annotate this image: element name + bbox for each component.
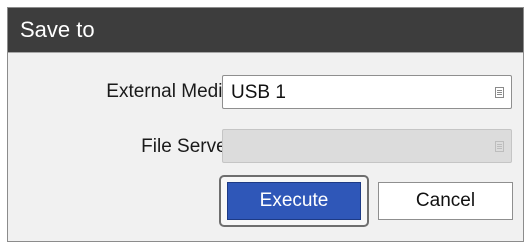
title-divider <box>8 52 523 53</box>
execute-button[interactable]: Execute <box>227 182 361 220</box>
external-media-select[interactable]: USB 1 <box>222 75 512 109</box>
cancel-button[interactable]: Cancel <box>378 182 513 220</box>
external-media-label: External Media <box>106 81 233 102</box>
file-server-label: File Server <box>141 136 233 157</box>
dialog-titlebar: Save to <box>8 8 523 52</box>
dialog-title: Save to <box>20 17 95 42</box>
list-icon <box>495 87 504 98</box>
external-media-value: USB 1 <box>231 82 286 103</box>
list-icon <box>495 141 504 152</box>
file-server-select <box>222 129 512 163</box>
